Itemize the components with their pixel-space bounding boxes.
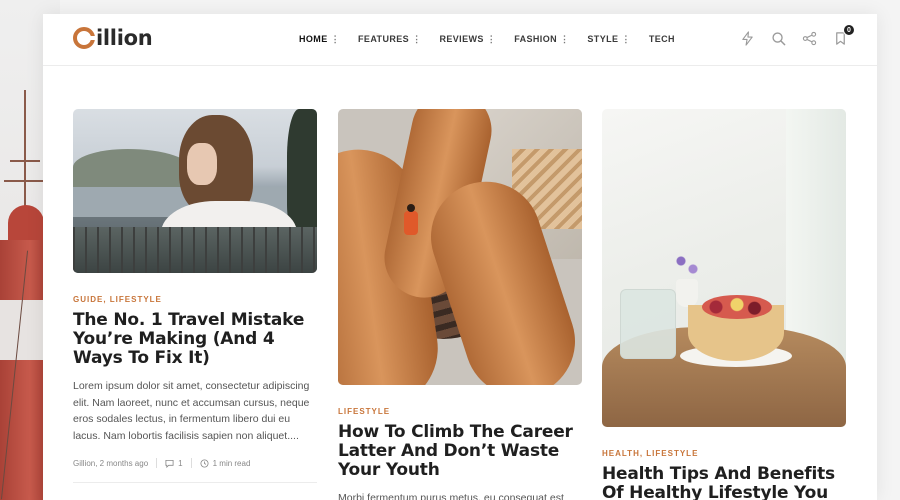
nav-item-home[interactable]: HOME ⋮ <box>299 34 340 44</box>
menu-dots-icon: ⋮ <box>486 33 497 44</box>
nav-label: TECH <box>648 34 675 44</box>
nav-item-style[interactable]: STYLE ⋮ <box>587 34 630 44</box>
nav-item-features[interactable]: FEATURES ⋮ <box>358 34 421 44</box>
menu-dots-icon: ⋮ <box>330 33 341 44</box>
post-title[interactable]: How To Climb The Career Latter And Don’t… <box>338 423 582 480</box>
menu-dots-icon: ⋮ <box>560 33 570 44</box>
post-card: HEALTH, LIFESTYLE Health Tips And Benefi… <box>602 109 846 500</box>
post-author-date[interactable]: Gillion, 2 months ago <box>73 459 148 468</box>
post-card: LIFESTYLE How To Climb The Career Latter… <box>338 109 582 500</box>
logo-text: illion <box>96 26 153 50</box>
nav-label: FEATURES <box>358 34 410 44</box>
post-categories[interactable]: LIFESTYLE <box>338 407 582 416</box>
share-icon[interactable] <box>800 29 818 47</box>
post-categories[interactable]: GUIDE, LIFESTYLE <box>73 295 317 304</box>
bookmark-count-badge: 0 <box>843 24 855 36</box>
nav-label: FASHION <box>514 34 557 44</box>
main-nav: HOME ⋮ FEATURES ⋮ REVIEWS ⋮ FASHION ⋮ ST… <box>299 34 693 44</box>
site-frame: illion HOME ⋮ FEATURES ⋮ REVIEWS ⋮ FASHI… <box>43 14 877 500</box>
bookmark-icon[interactable]: 0 <box>831 24 855 47</box>
clock-icon <box>200 458 209 468</box>
post-grid: GUIDE, LIFESTYLE The No. 1 Travel Mistak… <box>73 109 847 500</box>
nav-item-fashion[interactable]: FASHION ⋮ <box>514 34 569 44</box>
post-comment-count[interactable]: 1 <box>178 459 182 468</box>
post-thumbnail[interactable] <box>602 109 846 427</box>
post-excerpt: Morbi fermentum purus metus, eu consequa… <box>338 492 564 500</box>
logo-mark-icon <box>73 27 95 49</box>
post-title[interactable]: Health Tips And Benefits Of Healthy Life… <box>602 465 846 500</box>
site-logo[interactable]: illion <box>73 26 153 50</box>
site-header: illion HOME ⋮ FEATURES ⋮ REVIEWS ⋮ FASHI… <box>43 14 877 66</box>
bolt-icon[interactable] <box>738 29 756 47</box>
post-card: GUIDE, LIFESTYLE The No. 1 Travel Mistak… <box>73 109 317 483</box>
nav-item-reviews[interactable]: REVIEWS ⋮ <box>439 34 496 44</box>
post-thumbnail[interactable] <box>338 109 582 385</box>
menu-dots-icon: ⋮ <box>621 33 631 44</box>
card-divider <box>73 482 317 483</box>
post-meta: Gillion, 2 months ago 1 1 min read <box>73 458 317 468</box>
post-read-time: 1 min read <box>212 458 251 468</box>
nav-label: REVIEWS <box>439 34 484 44</box>
menu-dots-icon: ⋮ <box>412 33 422 44</box>
nav-item-tech[interactable]: TECH <box>649 34 675 44</box>
post-excerpt: Lorem ipsum dolor sit amet, consectetur … <box>73 380 310 442</box>
comment-icon <box>165 459 174 468</box>
header-actions: 0 <box>738 24 855 47</box>
search-icon[interactable] <box>769 29 787 47</box>
post-title[interactable]: The No. 1 Travel Mistake You’re Making (… <box>73 311 317 368</box>
nav-label: STYLE <box>587 34 619 44</box>
post-thumbnail[interactable] <box>73 109 317 273</box>
nav-label: HOME <box>299 34 328 44</box>
post-categories[interactable]: HEALTH, LIFESTYLE <box>602 449 846 458</box>
